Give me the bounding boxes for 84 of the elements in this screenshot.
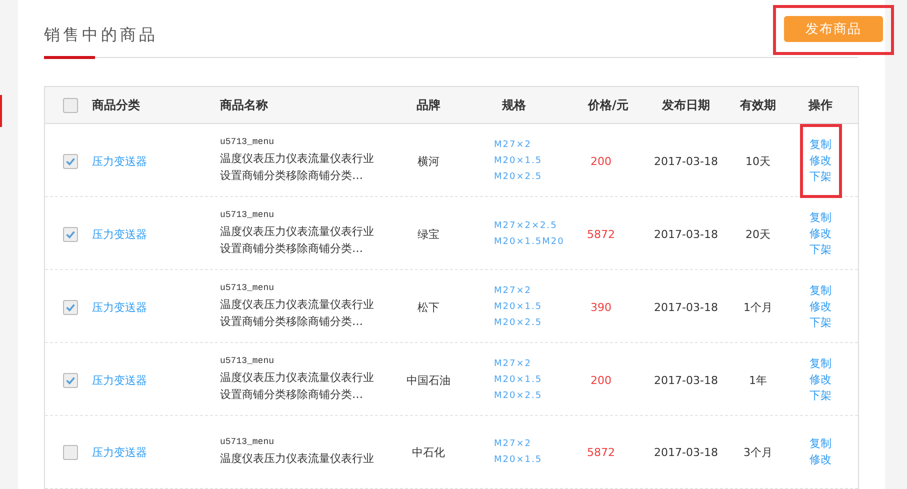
date-text: 2017-03-18 [654,154,718,168]
spec-text: M20×1.5 [494,454,544,467]
row-checkbox[interactable] [63,444,78,460]
brand-text: 横河 [418,154,440,168]
action-link[interactable]: 修改 [810,452,832,468]
spec-text: M20×2.5 [494,171,544,184]
column-header: 商品名称 [220,98,268,112]
price-text: 5872 [587,446,615,458]
action-link[interactable]: 下架 [810,315,832,331]
spec-text: M27×2 [494,358,532,371]
price-text: 5872 [587,228,615,240]
date-text: 2017-03-18 [654,374,718,386]
action-link[interactable]: 复制 [810,436,832,452]
validity-text: 1个月 [744,300,772,314]
product-name: 设置商铺分类移除商铺分类… [220,168,364,184]
brand-text: 绿宝 [418,226,440,242]
spec-text: M27×2 [494,139,532,152]
column-header: 价格/元 [588,96,628,114]
column-header: 操作 [808,96,832,114]
product-name: 设置商铺分类移除商铺分类… [220,314,364,330]
category-link[interactable]: 压力变送器 [92,446,147,458]
validity-text: 1年 [749,372,767,388]
product-code: u5713_menu [220,209,276,222]
row-checkbox[interactable] [63,372,78,388]
column-header: 商品分类 [92,98,140,112]
spec-text: M20×2.5 [494,390,544,403]
action-link[interactable]: 下架 [810,169,832,185]
price-text: 200 [590,374,612,386]
product-code: u5713_menu [220,436,276,448]
product-name: 温度仪表压力仪表流量仪表行业 [220,450,375,466]
action-link[interactable]: 复制 [810,210,832,226]
spec-text: M27×2 [494,438,532,451]
spec-text: M20×2.5 [494,317,544,330]
date-text: 2017-03-18 [654,300,718,314]
title-underline [44,56,95,59]
spec-text: M27×2×2.5 [494,220,558,233]
category-link[interactable]: 压力变送器 [92,374,147,386]
product-name: 温度仪表压力仪表流量仪表行业 [220,224,375,240]
row-checkbox[interactable] [63,226,78,242]
product-name: 温度仪表压力仪表流量仪表行业 [220,297,375,313]
validity-text: 20天 [746,226,770,242]
row-checkbox[interactable] [63,300,78,314]
product-code: u5713_menu [220,136,276,149]
date-text: 2017-03-18 [654,228,718,240]
action-link[interactable]: 修改 [810,226,832,242]
product-code: u5713_menu [220,282,276,295]
category-link[interactable]: 压力变送器 [92,154,147,168]
spec-text: M27×2 [494,285,532,298]
date-text: 2017-03-18 [654,446,718,458]
product-name: 设置商铺分类移除商铺分类… [220,241,364,257]
action-link[interactable]: 复制 [810,283,832,299]
action-link[interactable]: 复制 [810,137,832,153]
brand-text: 中国石油 [406,372,450,388]
column-header: 品牌 [416,96,440,114]
validity-text: 3个月 [744,444,772,460]
section-title: 销售中的商品 [44,25,158,44]
validity-text: 10天 [746,154,770,168]
action-link[interactable]: 修改 [810,153,832,169]
column-header: 有效期 [740,96,776,114]
price-text: 390 [590,300,612,314]
side-marker [0,95,2,127]
category-link[interactable]: 压力变送器 [92,300,147,314]
select-all-checkbox[interactable] [63,98,78,112]
category-link[interactable]: 压力变送器 [92,228,147,240]
spec-text: M20×1.5 [494,374,544,387]
spec-text: M20×1.5M20 [494,236,562,249]
spec-text: M20×1.5 [494,155,544,168]
product-name: 温度仪表压力仪表流量仪表行业 [220,370,375,386]
publish-button[interactable]: 发布商品 [784,16,883,42]
price-text: 200 [590,154,612,168]
action-link[interactable]: 复制 [810,356,832,372]
spec-text: M20×1.5 [494,301,544,314]
product-name: 设置商铺分类移除商铺分类… [220,387,364,403]
row-checkbox[interactable] [63,154,78,168]
action-link[interactable]: 下架 [810,388,832,404]
brand-text: 松下 [418,300,440,314]
brand-text: 中石化 [412,444,445,460]
product-name: 温度仪表压力仪表流量仪表行业 [220,151,375,167]
product-code: u5713_menu [220,355,276,368]
column-header: 发布日期 [662,96,710,114]
action-link[interactable]: 修改 [810,372,832,388]
action-link[interactable]: 下架 [810,242,832,258]
column-header: 规格 [502,98,526,112]
action-link[interactable]: 修改 [810,299,832,315]
